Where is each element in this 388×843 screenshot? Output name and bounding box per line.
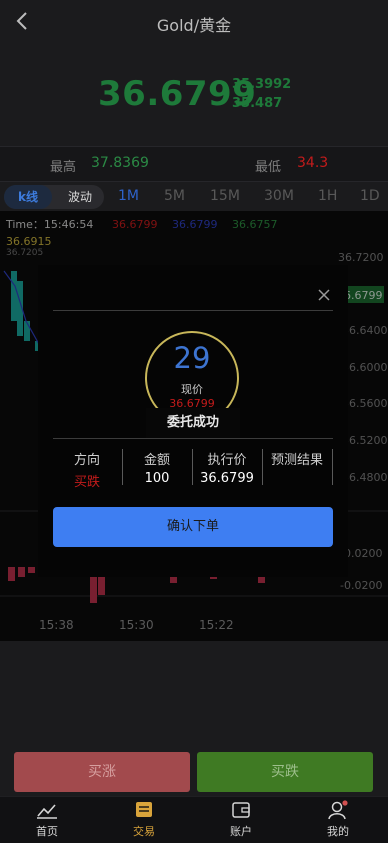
- wallet-icon: [232, 802, 250, 818]
- tab-trade[interactable]: 交易: [114, 800, 174, 839]
- price-sub-2: 35.487: [232, 96, 283, 111]
- price-sub-1: 35.3992: [232, 77, 292, 92]
- high-low-row: 最高 37.8369 最低 34.3: [0, 146, 388, 182]
- high-value: 37.8369: [91, 155, 149, 171]
- col-amount: 金额 100: [123, 449, 191, 486]
- exec-price-label: 执行价: [207, 453, 247, 468]
- col-direction: 方向 买跌: [53, 449, 121, 490]
- tab-trade-label: 交易: [133, 825, 155, 838]
- buy-down-button[interactable]: 买跌: [197, 752, 373, 792]
- order-modal: 29 现价 36.6799 委托成功 方向 买跌 金额 100 执行价 36.6…: [38, 265, 348, 577]
- high-label: 最高: [50, 160, 77, 175]
- confirm-order-button[interactable]: 确认下单: [53, 507, 333, 547]
- timeframe-15m[interactable]: 15M: [210, 188, 240, 204]
- tab-profile-label: 我的: [327, 825, 349, 838]
- direction-value: 买跌: [73, 475, 100, 490]
- low-value: 34.3: [297, 155, 329, 171]
- low-label: 最低: [255, 160, 282, 175]
- order-status: 委托成功: [146, 408, 240, 438]
- direction-label: 方向: [73, 453, 100, 468]
- tab-home-label: 首页: [36, 825, 58, 838]
- tab-profile[interactable]: 我的: [308, 800, 368, 839]
- result-label: 预测结果: [270, 453, 323, 468]
- page-title: Gold/黄金: [156, 16, 232, 35]
- col-exec-price: 执行价 36.6799: [193, 449, 261, 486]
- amount-label: 金额: [143, 453, 170, 468]
- timeframe-1m[interactable]: 1M: [118, 188, 139, 204]
- countdown-value: 29: [173, 341, 211, 375]
- timeframe-1d[interactable]: 1D: [360, 188, 380, 204]
- timeframe-30m[interactable]: 30M: [264, 188, 294, 204]
- modal-divider-top: [53, 310, 333, 311]
- tab-account[interactable]: 账户: [211, 800, 271, 839]
- exec-price-value: 36.6799: [200, 471, 254, 486]
- col-result: 预测结果: [263, 449, 331, 471]
- buy-up-button[interactable]: 买涨: [14, 752, 190, 792]
- timeframe-1h[interactable]: 1H: [318, 188, 337, 204]
- user-icon: [328, 800, 348, 820]
- trade-icon: [136, 802, 152, 817]
- col-divider: [332, 449, 333, 485]
- tab-kline[interactable]: k线: [4, 185, 52, 209]
- timeframe-5m[interactable]: 5M: [164, 188, 185, 204]
- close-button[interactable]: [317, 287, 331, 301]
- chart-icon: [37, 804, 57, 819]
- tab-wave[interactable]: 波动: [56, 185, 104, 209]
- modal-divider-mid: [53, 438, 333, 439]
- tab-home[interactable]: 首页: [17, 800, 77, 839]
- tab-account-label: 账户: [230, 825, 252, 838]
- current-price-label: 现价: [181, 383, 203, 396]
- close-icon: [318, 289, 330, 301]
- amount-value: 100: [144, 471, 170, 486]
